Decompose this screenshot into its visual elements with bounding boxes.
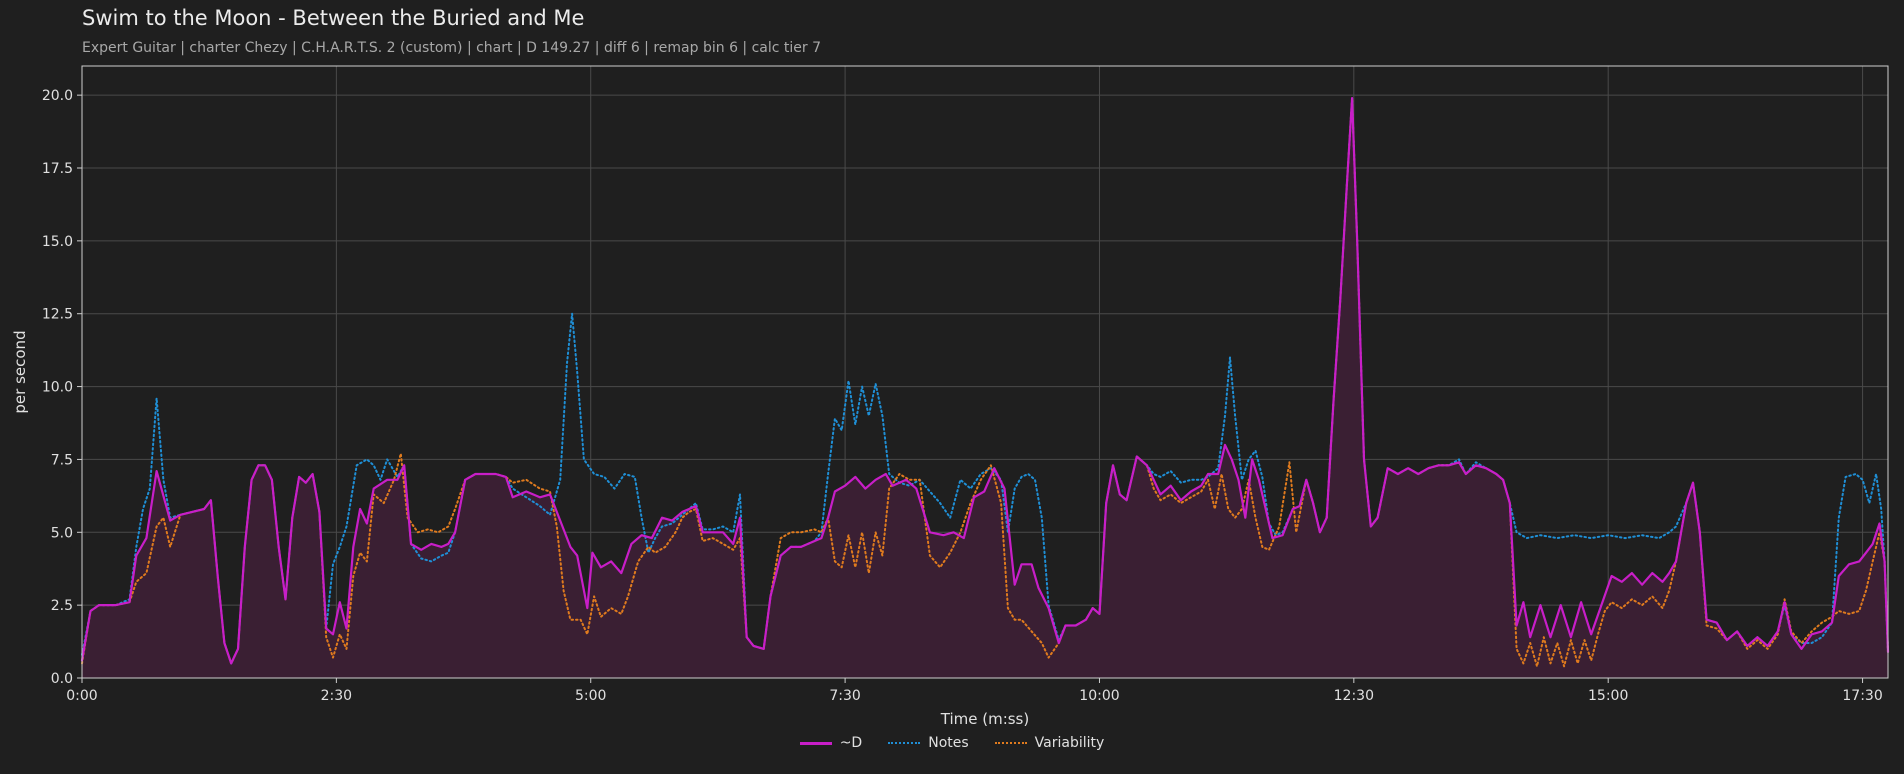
y-axis-label: per second [11, 330, 29, 413]
x-tick-label: 2:30 [321, 688, 352, 704]
plot-area: 0:00 2:30 5:00 7:30 10:00 12:30 15:00 17:30 0.0 2… [11, 65, 1890, 728]
x-axis-label: Time (m:ss) [940, 710, 1029, 728]
legend-item: Notes [888, 735, 969, 751]
y-tick-label: 20.0 [42, 88, 73, 104]
legend-swatch [799, 741, 832, 745]
x-tick-label: 17:30 [1842, 688, 1882, 704]
chart: Swim to the Moon - Between the Buried an… [0, 0, 1904, 774]
y-tick-label: 2.5 [51, 598, 73, 614]
legend-label: Notes [928, 735, 969, 751]
legend-label: ~D [839, 735, 863, 751]
x-tick-label: 0:00 [66, 688, 97, 704]
legend-swatch [888, 742, 921, 744]
y-tick-label: 17.5 [42, 161, 73, 177]
legend-label: Variability [1034, 735, 1105, 751]
x-tick-label: 12:30 [1334, 688, 1374, 704]
y-tick-label: 15.0 [42, 234, 73, 250]
y-tick-label: 12.5 [42, 307, 73, 323]
y-tick-label: 10.0 [42, 380, 73, 396]
x-tick-label: 15:00 [1588, 688, 1628, 704]
legend-item: Variability [994, 735, 1105, 751]
y-tick-label: 0.0 [51, 671, 73, 687]
x-tick-label: 5:00 [575, 688, 606, 704]
x-tick-label: 10:00 [1079, 688, 1119, 704]
legend-item: ~D [799, 735, 863, 751]
x-tick-label: 7:30 [829, 688, 860, 704]
y-tick-label: 7.5 [51, 452, 73, 468]
legend: ~D Notes Variability [0, 735, 1904, 751]
y-tick-label: 5.0 [51, 525, 73, 541]
legend-swatch [994, 742, 1027, 744]
